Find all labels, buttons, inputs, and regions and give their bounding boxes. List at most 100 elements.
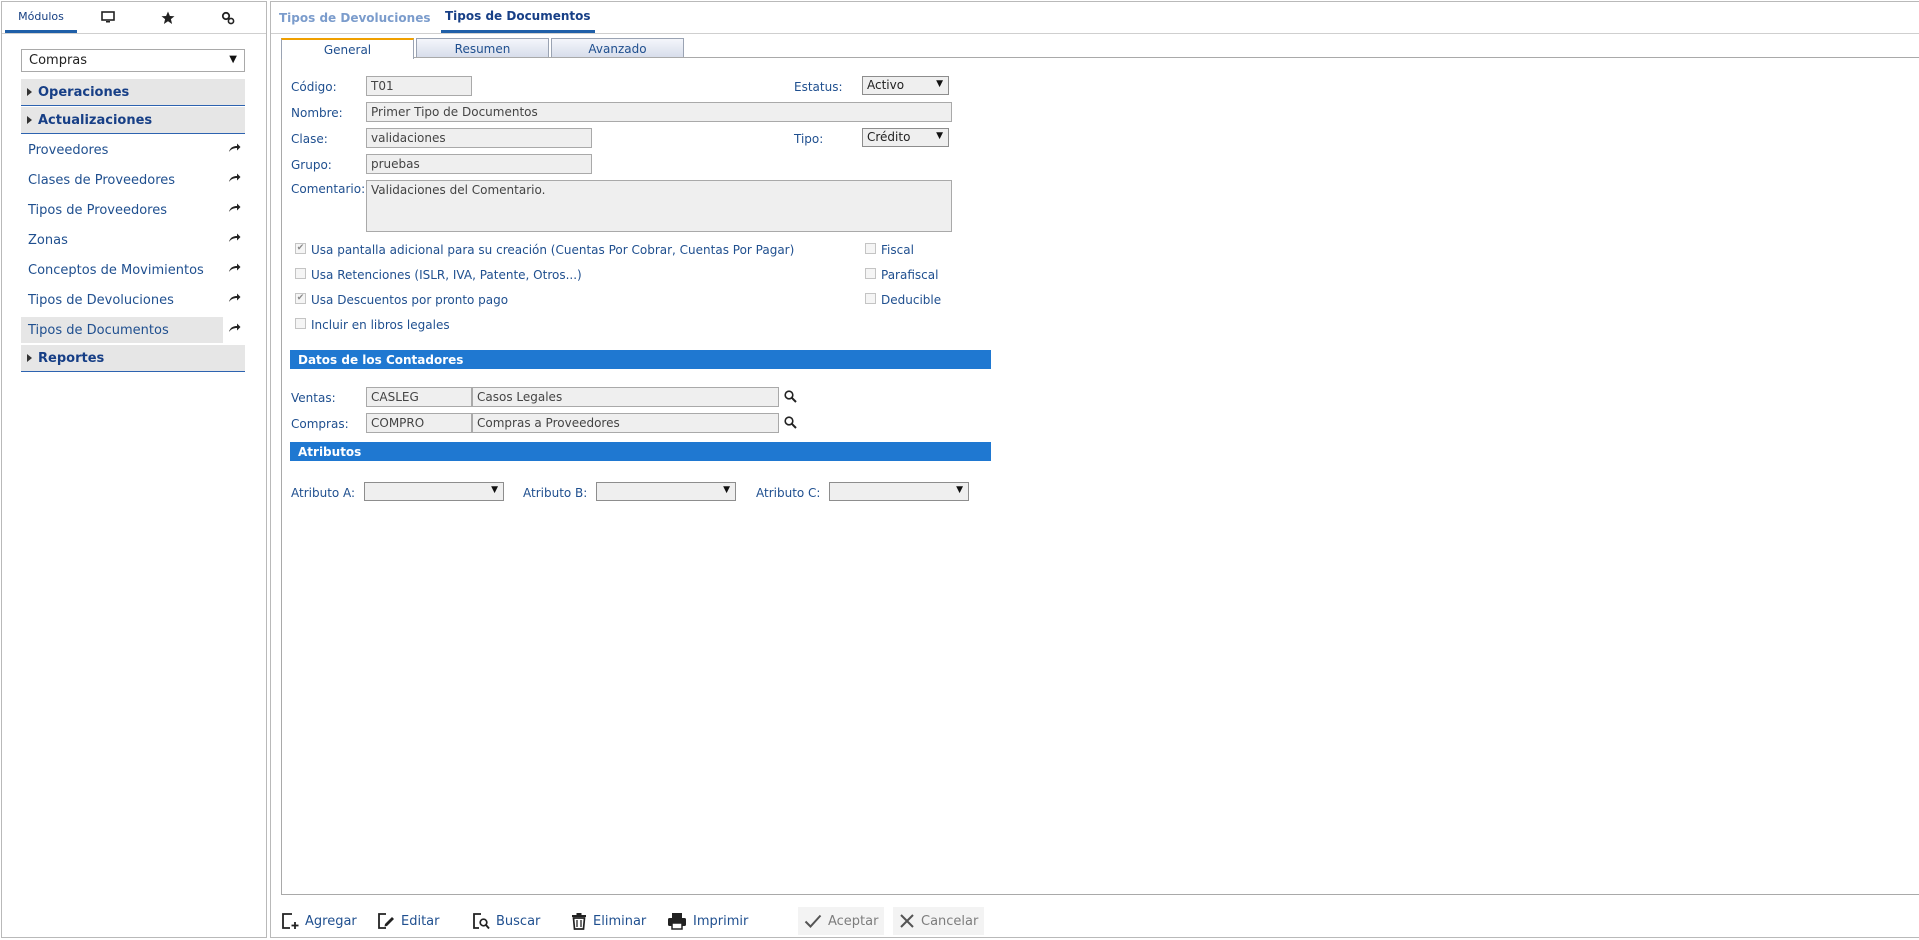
module-select[interactable]: Compras ▼ [21,49,245,72]
clase-label: Clase: [291,132,328,146]
search-icon[interactable] [784,416,797,429]
nombre-label: Nombre: [291,106,343,120]
subtab-resumen[interactable]: Resumen [416,38,549,58]
subtab-label: Avanzado [588,41,647,56]
contadores-header: Datos de los Contadores [290,350,991,369]
group-reportes[interactable]: Reportes [21,345,245,372]
compras-desc-input: Compras a Proveedores [472,413,779,433]
nombre-input[interactable]: Primer Tipo de Documentos [366,102,952,122]
estatus-value: Activo [867,78,905,92]
settings-icon [221,11,235,24]
checkbox-retenciones[interactable] [295,268,306,279]
buscar-button[interactable]: Buscar [472,907,540,935]
group-operaciones-label: Operaciones [38,84,130,100]
sidebar-item-label: Tipos de Proveedores [28,202,167,218]
tab-settings[interactable] [210,2,246,33]
group-actualizaciones[interactable]: Actualizaciones [21,107,245,134]
tab-monitor[interactable] [90,2,126,33]
caret-down-icon: ▼ [956,485,963,495]
subtab-avanzado[interactable]: Avanzado [551,38,684,58]
editar-button[interactable]: Editar [377,907,440,935]
checkbox-parafiscal[interactable] [865,268,876,279]
search-icon[interactable] [784,390,797,403]
checkbox-deducible[interactable] [865,293,876,304]
print-icon [668,913,686,930]
checkbox-fiscal[interactable] [865,243,876,254]
checkbox-pantalla-adicional[interactable]: ✔ [295,243,306,254]
eliminar-label: Eliminar [593,913,647,929]
tab-modulos[interactable]: Módulos [5,2,77,33]
estatus-select[interactable]: Activo ▼ [862,76,949,95]
atributos-header: Atributos [290,442,991,461]
comentario-label: Comentario: [291,182,366,196]
caret-down-icon: ▼ [491,485,498,495]
ventas-desc-input: Casos Legales [472,387,779,407]
agregar-label: Agregar [305,913,357,929]
atributo-b-label: Atributo B: [523,486,588,500]
eliminar-button[interactable]: Eliminar [571,907,646,935]
ventas-label: Ventas: [291,391,336,405]
tab-label: Tipos de Documentos [445,9,591,23]
caret-down-icon: ▼ [936,79,943,89]
tab-tipos-documentos[interactable]: Tipos de Documentos [441,2,595,33]
sidebar-item-clases-proveedores[interactable]: Clases de Proveedores [21,167,245,193]
share-arrow-icon [229,323,241,332]
caret-down-icon: ▼ [936,131,943,141]
caret-right-icon [27,354,32,362]
clase-input[interactable]: validaciones [366,128,592,148]
compras-code-input[interactable]: COMPRO [366,413,472,433]
ventas-code-input[interactable]: CASLEG [366,387,472,407]
share-arrow-icon [229,143,241,152]
subtab-general[interactable]: General [281,38,414,59]
imprimir-button[interactable]: Imprimir [667,907,748,935]
checkbox-parafiscal-label: Parafiscal [881,268,939,282]
grupo-label: Grupo: [291,158,332,172]
share-arrow-icon [229,233,241,242]
group-actualizaciones-label: Actualizaciones [38,112,153,128]
aceptar-label: Aceptar [828,913,879,929]
compras-label: Compras: [291,417,349,431]
sidebar-item-label: Proveedores [28,142,109,158]
codigo-label: Código: [291,80,337,94]
caret-right-icon [27,116,32,124]
sidebar-item-zonas[interactable]: Zonas [21,227,245,253]
checkbox-descuentos[interactable]: ✔ [295,293,306,304]
share-arrow-icon [229,263,241,272]
aceptar-button[interactable]: Aceptar [798,907,885,935]
search-document-icon [473,913,490,930]
star-icon [161,11,175,24]
cancelar-label: Cancelar [921,913,979,929]
grupo-input[interactable]: pruebas [366,154,592,174]
group-operaciones[interactable]: Operaciones [21,79,245,106]
sidebar-item-conceptos-movimientos[interactable]: Conceptos de Movimientos [21,257,245,283]
cancelar-button[interactable]: Cancelar [893,907,985,935]
sidebar-item-label: Tipos de Documentos [28,322,169,338]
atributo-a-select[interactable]: ▼ [364,482,504,501]
imprimir-label: Imprimir [693,913,749,929]
caret-down-icon: ▼ [723,485,730,495]
caret-down-icon: ▼ [229,54,237,65]
checkbox-libros-legales[interactable] [295,318,306,329]
trash-icon [572,913,586,930]
tipo-select[interactable]: Crédito ▼ [862,128,949,147]
checkbox-fiscal-label: Fiscal [881,243,914,257]
tab-tipos-devoluciones[interactable]: Tipos de Devoluciones [279,2,430,33]
tab-label: Tipos de Devoluciones [279,10,431,25]
checkbox-libros-legales-label: Incluir en libros legales [311,318,450,332]
atributo-b-select[interactable]: ▼ [596,482,736,501]
monitor-icon [101,11,115,23]
codigo-input[interactable]: T01 [366,76,472,96]
sidebar-item-tipos-documentos[interactable]: Tipos de Documentos [21,317,245,343]
atributo-c-label: Atributo C: [756,486,821,500]
checkbox-pantalla-adicional-label: Usa pantalla adicional para su creación … [311,243,795,257]
comentario-textarea[interactable]: Validaciones del Comentario. [366,180,952,232]
tab-favorites[interactable] [150,2,186,33]
atributo-c-select[interactable]: ▼ [829,482,969,501]
sidebar-item-tipos-devoluciones[interactable]: Tipos de Devoluciones [21,287,245,313]
checkbox-deducible-label: Deducible [881,293,942,307]
sidebar-item-proveedores[interactable]: Proveedores [21,137,245,163]
agregar-button[interactable]: Agregar [281,907,357,935]
share-arrow-icon [229,293,241,302]
sidebar-item-tipos-proveedores[interactable]: Tipos de Proveedores [21,197,245,223]
checkbox-retenciones-label: Usa Retenciones (ISLR, IVA, Patente, Otr… [311,268,582,282]
